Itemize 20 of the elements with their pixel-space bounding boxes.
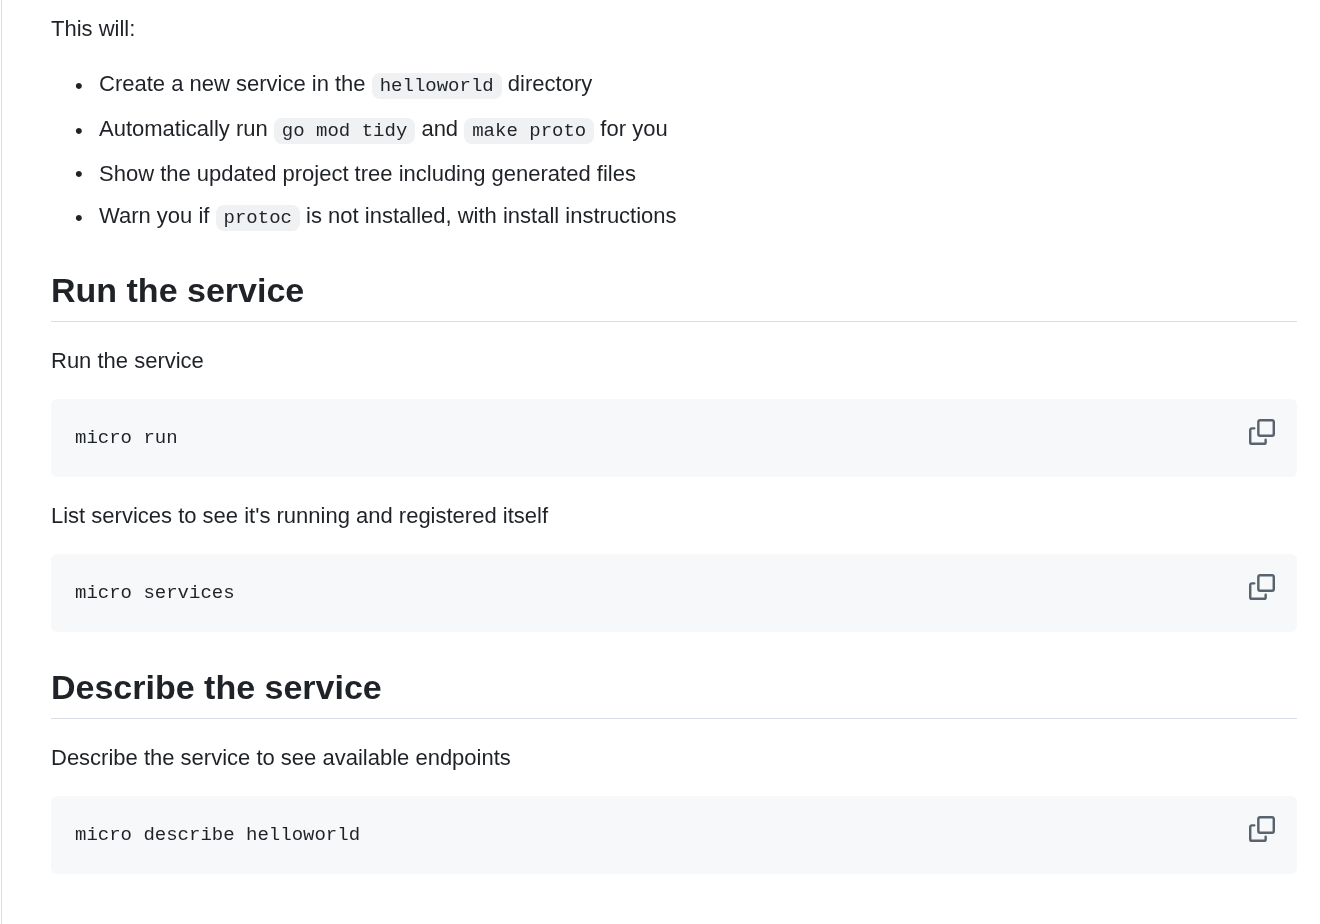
code-text: micro services xyxy=(75,582,235,604)
copy-icon[interactable] xyxy=(1249,816,1275,842)
bullet: • xyxy=(75,203,84,232)
code-text: micro describe helloworld xyxy=(75,824,361,846)
paragraph: List services to see it's running and registered itself xyxy=(51,502,549,530)
paragraph: Run the service xyxy=(51,347,205,375)
section-heading: Describe the service xyxy=(51,666,1297,719)
bullet: • xyxy=(75,160,84,188)
code-text: micro run xyxy=(75,427,178,449)
list-item: Warn you if protoc is not installed, with install instructions xyxy=(99,202,677,233)
copy-icon[interactable] xyxy=(1249,419,1275,445)
paragraph: Describe the service to see available endpoints xyxy=(51,744,512,772)
bullet: • xyxy=(75,116,84,145)
section-heading: Run the service xyxy=(51,269,1297,322)
copy-icon[interactable] xyxy=(1249,574,1275,600)
paragraph: This will: xyxy=(51,15,137,43)
bullet: • xyxy=(75,71,84,100)
list-item: Automatically run go mod tidy and make proto for you xyxy=(99,115,668,146)
list-item: Create a new service in the helloworld directory xyxy=(99,70,593,101)
list-item: Show the updated project tree including generated files xyxy=(99,160,636,188)
